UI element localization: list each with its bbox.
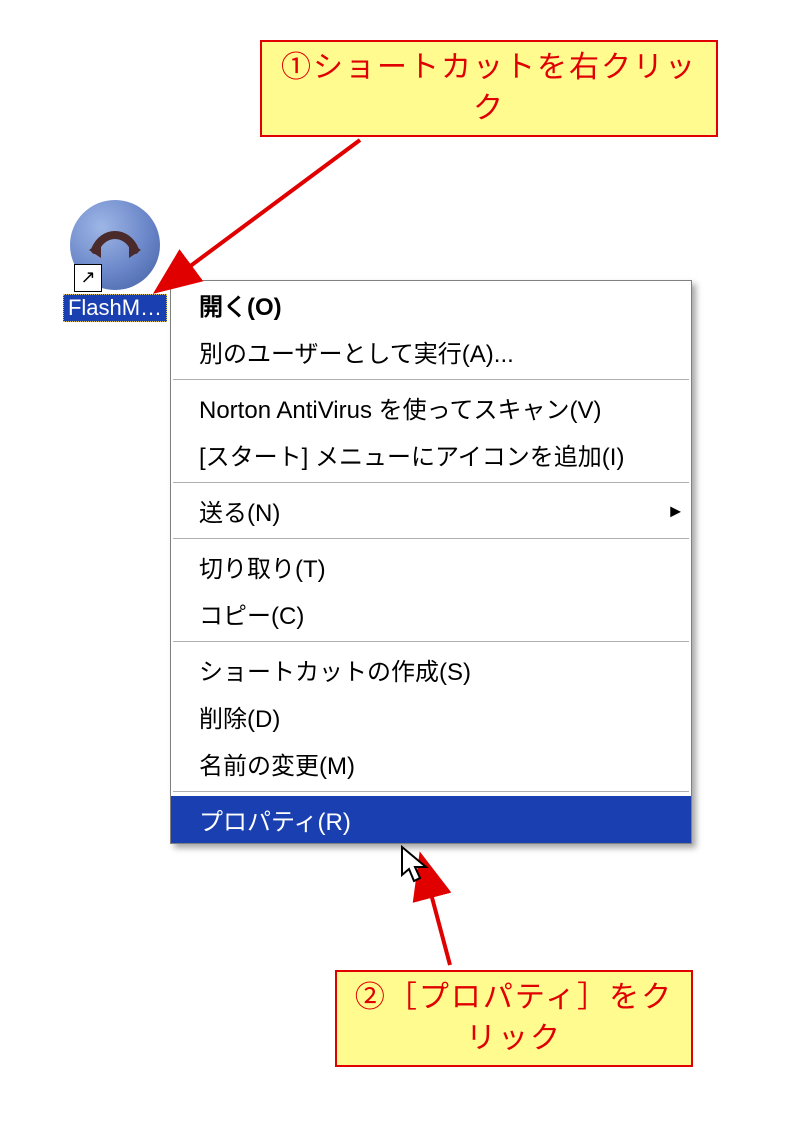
menu-pin-start[interactable]: [スタート] メニューにアイコンを追加(I) (171, 431, 691, 478)
menu-separator (173, 482, 689, 483)
shortcut-overlay-icon: ↗ (74, 264, 102, 292)
menu-separator (173, 379, 689, 380)
menu-send-to[interactable]: 送る(N) (171, 487, 691, 534)
cursor-icon (400, 845, 430, 885)
menu-copy[interactable]: コピー(C) (171, 590, 691, 637)
callout-step-2: ②［プロパティ］をクリック (335, 970, 693, 1067)
flash-f-icon: ↗ (70, 200, 160, 290)
menu-separator (173, 791, 689, 792)
menu-separator (173, 641, 689, 642)
menu-cut[interactable]: 切り取り(T) (171, 543, 691, 590)
callout-step-1: ①ショートカットを右クリック (260, 40, 718, 137)
desktop-shortcut[interactable]: ↗ FlashM… (60, 200, 170, 322)
menu-norton-scan[interactable]: Norton AntiVirus を使ってスキャン(V) (171, 384, 691, 431)
menu-open[interactable]: 開く(O) (171, 281, 691, 328)
context-menu: 開く(O) 別のユーザーとして実行(A)... Norton AntiVirus… (170, 280, 692, 844)
menu-delete[interactable]: 削除(D) (171, 693, 691, 740)
menu-properties[interactable]: プロパティ(R) (171, 796, 691, 843)
menu-create-shortcut[interactable]: ショートカットの作成(S) (171, 646, 691, 693)
menu-rename[interactable]: 名前の変更(M) (171, 740, 691, 787)
shortcut-label: FlashM… (63, 294, 167, 322)
menu-separator (173, 538, 689, 539)
menu-run-as[interactable]: 別のユーザーとして実行(A)... (171, 328, 691, 375)
